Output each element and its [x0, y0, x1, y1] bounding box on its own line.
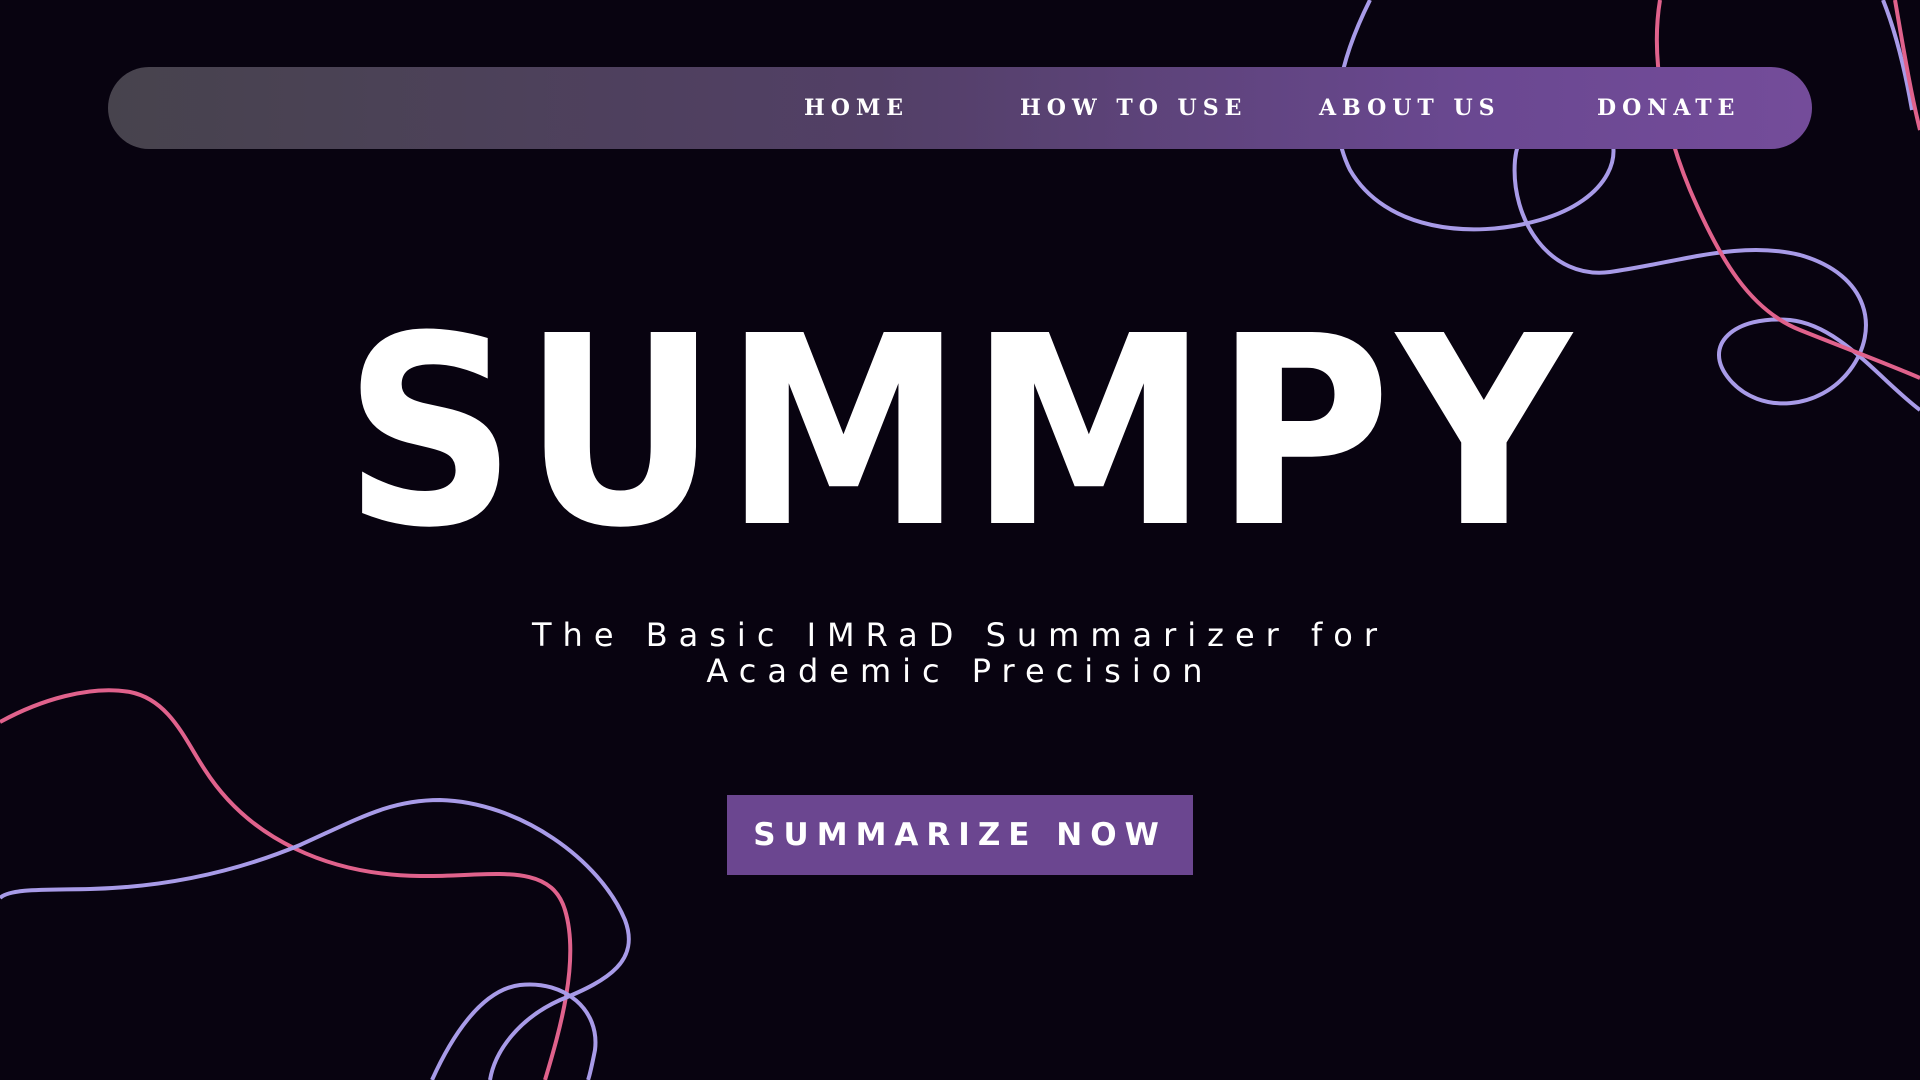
summarize-now-button[interactable]: SUMMARIZE NOW	[727, 795, 1193, 875]
nav-link-home[interactable]: HOME	[804, 67, 909, 149]
squiggle-pink-top-right	[1893, 0, 1920, 131]
page: HOME HOW TO USE ABOUT US DONATE SUMMPY T…	[0, 0, 1920, 1080]
nav-link-how-to-use[interactable]: HOW TO USE	[1020, 67, 1247, 149]
hero-title: SUMMPY	[343, 280, 1577, 585]
squiggle-pink-bottom	[0, 688, 573, 1080]
squiggle-lavender-bottom	[0, 797, 631, 1080]
nav-link-about-us[interactable]: ABOUT US	[1319, 67, 1501, 149]
hero-subtitle: The Basic IMRaD Summarizer for Academic …	[532, 616, 1388, 690]
nav-link-donate[interactable]: DONATE	[1597, 67, 1740, 149]
squiggle-lavender-bottom-loop	[430, 982, 598, 1080]
squiggle-lavender-top-right	[1881, 0, 1914, 111]
top-navbar: HOME HOW TO USE ABOUT US DONATE	[108, 67, 1812, 149]
